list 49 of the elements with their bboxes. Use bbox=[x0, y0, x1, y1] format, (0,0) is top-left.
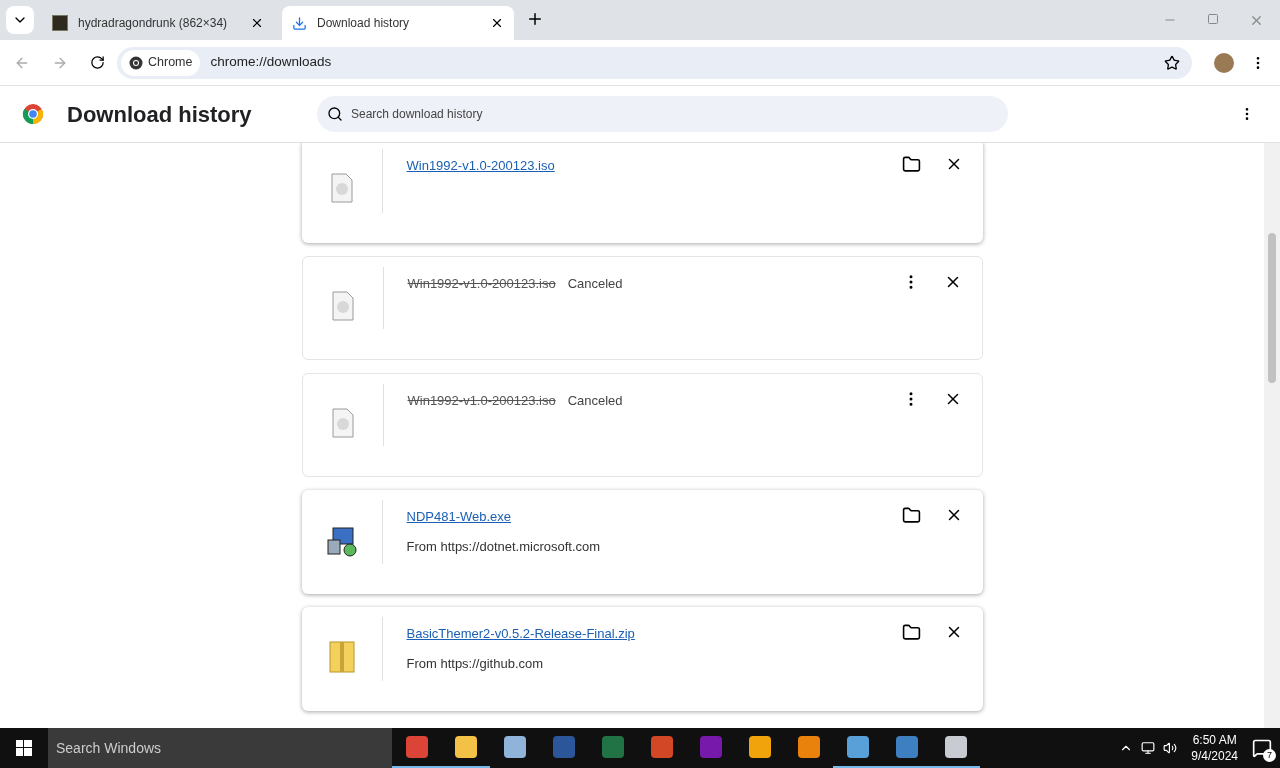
source-text: From https://dotnet.microsoft.com bbox=[406, 537, 602, 556]
source-text: From https://github.com bbox=[406, 654, 545, 673]
file-name: Win1992-v1.0-200123.iso bbox=[407, 275, 556, 293]
chrome-logo bbox=[22, 103, 44, 125]
clock-date: 9/4/2024 bbox=[1191, 748, 1238, 764]
disc-file-icon bbox=[331, 291, 354, 321]
search-field[interactable]: Search download history bbox=[317, 96, 1008, 132]
disc-file-icon bbox=[330, 173, 353, 203]
bookmark-star-icon[interactable] bbox=[1164, 54, 1180, 71]
zip-folder-icon bbox=[328, 641, 355, 673]
file-link[interactable]: Win1992-v1.0-200123.iso bbox=[406, 156, 555, 176]
close-window-icon[interactable] bbox=[1249, 13, 1264, 28]
browser-tab[interactable]: Download history bbox=[282, 6, 514, 40]
tab-title: hydradragondrunk (862×34) bbox=[78, 15, 229, 32]
scrollbar[interactable] bbox=[1264, 143, 1280, 728]
profile-avatar[interactable] bbox=[1214, 52, 1234, 73]
volume-icon[interactable] bbox=[1163, 741, 1178, 755]
address-bar[interactable]: Chrome chrome://downloads bbox=[117, 46, 1192, 79]
reload-icon[interactable] bbox=[90, 55, 105, 70]
folder-icon[interactable] bbox=[901, 623, 921, 642]
search-icon bbox=[327, 106, 343, 122]
new-tab-icon[interactable] bbox=[526, 10, 544, 28]
installer-icon bbox=[324, 524, 359, 558]
restore-icon[interactable] bbox=[1207, 13, 1219, 25]
notification-count: 7 bbox=[1263, 749, 1276, 762]
notification-icon[interactable] bbox=[1252, 738, 1272, 758]
windows-logo bbox=[16, 740, 32, 756]
page-title: Download history bbox=[67, 100, 253, 129]
tab-title: Download history bbox=[317, 15, 411, 32]
chrome-chip[interactable]: Chrome bbox=[121, 49, 201, 76]
status-text: Canceled bbox=[567, 392, 623, 410]
folder-icon[interactable] bbox=[901, 506, 921, 525]
url-text: chrome://downloads bbox=[210, 53, 333, 72]
network-icon[interactable] bbox=[1141, 741, 1156, 755]
disc-file-icon bbox=[331, 408, 354, 438]
chrome-icon bbox=[129, 55, 143, 70]
file-link[interactable]: BasicThemer2-v0.5.2-Release-Final.zip bbox=[406, 624, 635, 644]
tab-search-button[interactable] bbox=[6, 6, 34, 34]
file-name: Win1992-v1.0-200123.iso bbox=[407, 392, 556, 410]
close-icon[interactable] bbox=[490, 16, 504, 30]
status-text: Canceled bbox=[567, 275, 623, 293]
clock-time: 6:50 AM bbox=[1192, 732, 1237, 748]
taskbar-search-field[interactable]: Search Windows bbox=[48, 728, 392, 768]
image-thumbnail-icon bbox=[52, 15, 68, 31]
file-link[interactable]: NDP481-Web.exe bbox=[406, 507, 512, 527]
browser-tab[interactable]: hydradragondrunk (862×34) bbox=[42, 6, 274, 40]
close-icon[interactable] bbox=[250, 16, 264, 30]
download-icon bbox=[292, 15, 307, 31]
folder-icon[interactable] bbox=[901, 155, 921, 174]
